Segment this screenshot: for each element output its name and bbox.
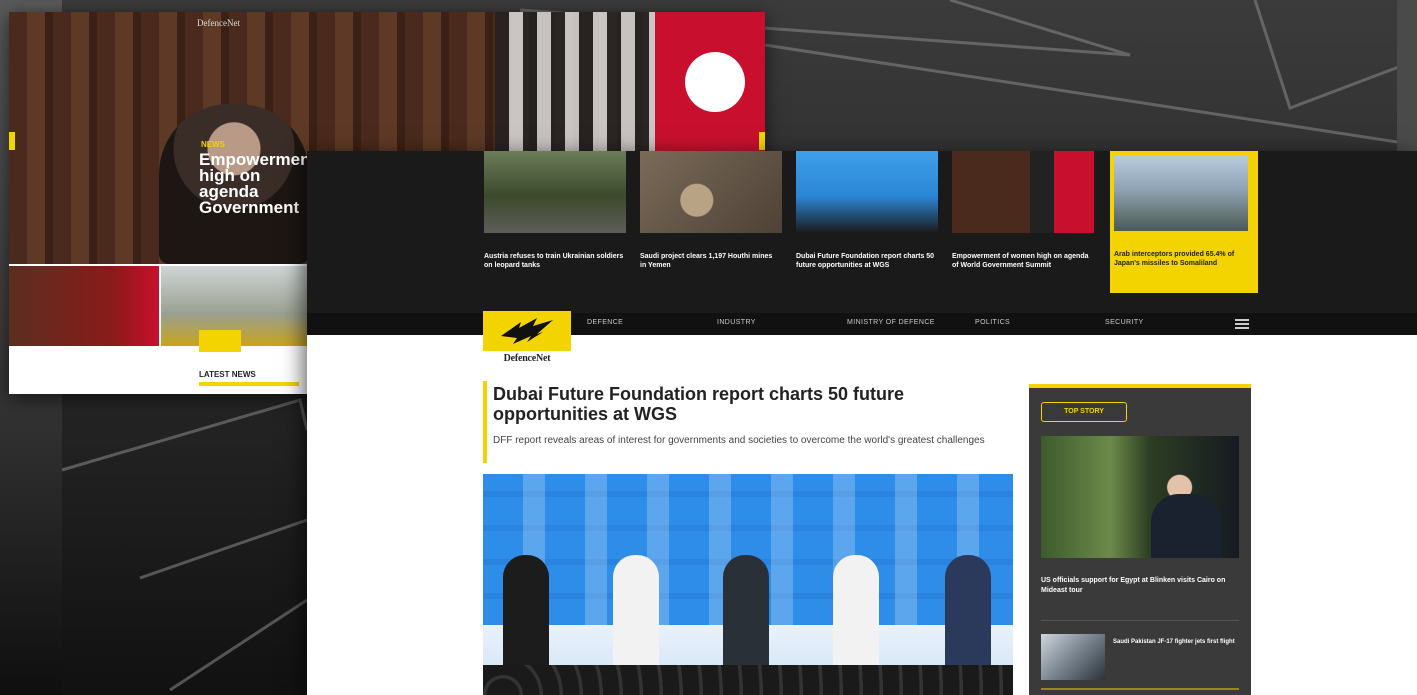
article-accent-bar [483, 381, 487, 463]
nav-item-industry[interactable]: INDUSTRY [717, 319, 756, 326]
logo-text: DefenceNet [503, 353, 551, 364]
news-card[interactable]: Austria refuses to train Ukrainian soldi… [484, 151, 632, 293]
carousel-next-arrow-icon[interactable] [759, 132, 765, 150]
news-card[interactable]: Saudi project clears 1,197 Houthi mines … [640, 151, 788, 293]
card-title[interactable]: Saudi project clears 1,197 Houthi mines … [640, 252, 780, 270]
top-story-image[interactable] [1041, 436, 1239, 558]
latest-news-heading: LATEST NEWS [199, 370, 256, 379]
card-meta [484, 241, 632, 249]
sidebar-top-story: TOP STORY US officials support for Egypt… [1029, 384, 1251, 695]
article-hero-image [483, 474, 1013, 695]
photo-person [723, 555, 769, 675]
top-story-title[interactable]: US officials support for Egypt at Blinke… [1041, 576, 1239, 596]
front-page-screenshot: Austria refuses to train Ukrainian soldi… [307, 151, 1417, 695]
photo-person [945, 555, 991, 675]
nav-item-ministry-of-defence[interactable]: MINISTRY OF DEFENCE [847, 319, 935, 326]
sidebar-item-title[interactable]: Saudi Pakistan JF-17 fighter jets first … [1113, 638, 1239, 646]
photo-audience [483, 665, 1013, 695]
card-title[interactable]: Arab interceptors provided 65.4% of Japa… [1114, 250, 1254, 268]
card-thumbnail [952, 151, 1094, 233]
article-title: Dubai Future Foundation report charts 50… [493, 384, 905, 424]
back-logo[interactable] [199, 330, 241, 352]
logo-mark-icon [501, 318, 553, 344]
card-meta [640, 241, 788, 249]
card-title[interactable]: Austria refuses to train Ukrainian soldi… [484, 252, 624, 270]
hero-kicker: NEWS [201, 140, 225, 149]
hero-stripes [495, 12, 655, 152]
card-title[interactable]: Empowerment of women high on agenda of W… [952, 252, 1092, 270]
card-meta [1114, 239, 1254, 247]
photo-person [1151, 494, 1221, 558]
menu-icon[interactable] [1235, 319, 1249, 329]
photo-person [613, 555, 659, 675]
photo-person [833, 555, 879, 675]
back-logo-text: DefenceNet [197, 18, 240, 28]
sidebar-footline [1041, 688, 1239, 690]
news-card[interactable]: Empowerment of women high on agenda of W… [952, 151, 1100, 293]
nav-item-security[interactable]: SECURITY [1105, 319, 1144, 326]
sidebar-divider [1041, 620, 1239, 621]
card-thumbnail [1114, 155, 1248, 231]
top-news-strip: Austria refuses to train Ukrainian soldi… [307, 151, 1417, 313]
back-thumb-1[interactable] [9, 266, 159, 346]
carousel-prev-arrow-icon[interactable] [9, 132, 15, 150]
nav-item-defence[interactable]: DEFENCE [587, 319, 623, 326]
site-logo[interactable] [483, 311, 571, 351]
card-thumbnail [796, 151, 938, 233]
nav-item-politics[interactable]: POLITICS [975, 319, 1010, 326]
top-story-tag: TOP STORY [1041, 402, 1127, 422]
flag-image [655, 12, 765, 152]
latest-news-underline [199, 382, 299, 386]
news-card-highlighted[interactable]: Arab interceptors provided 65.4% of Japa… [1110, 151, 1258, 293]
main-nav: DEFENCE INDUSTRY MINISTRY OF DEFENCE POL… [307, 313, 1417, 335]
card-meta [952, 241, 1100, 249]
photo-person [503, 555, 549, 675]
article-subtitle: DFF report reveals areas of interest for… [493, 435, 985, 446]
card-thumbnail [484, 151, 626, 233]
news-card[interactable]: Dubai Future Foundation report charts 50… [796, 151, 944, 293]
hero-headline[interactable]: Empowerment high on agenda Government [199, 151, 319, 216]
card-meta [796, 241, 944, 249]
card-title[interactable]: Dubai Future Foundation report charts 50… [796, 252, 936, 270]
sidebar-item-thumbnail[interactable] [1041, 634, 1105, 680]
card-thumbnail [640, 151, 782, 233]
